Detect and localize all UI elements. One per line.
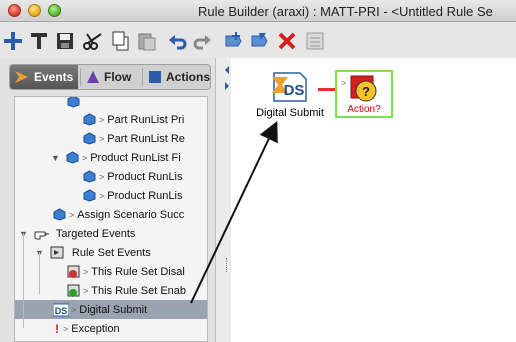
chevron-right-icon: > <box>99 114 105 125</box>
tree-row[interactable]: ! > Exception <box>15 319 207 338</box>
event-cube-icon <box>67 97 80 108</box>
flow-icon <box>87 71 99 83</box>
event-cube-icon <box>83 189 96 202</box>
title-bar: Rule Builder (araxi) : MATT-PRI - <Untit… <box>0 0 516 22</box>
undo-icon[interactable] <box>166 30 188 52</box>
minimize-window-button[interactable] <box>28 4 41 17</box>
add-rule-icon[interactable] <box>222 30 244 52</box>
close-window-button[interactable] <box>8 4 21 17</box>
tab-flow[interactable]: Flow <box>82 65 140 89</box>
tree-row-selected[interactable]: DS > Digital Submit <box>15 300 207 319</box>
enable-rule-icon <box>67 284 80 297</box>
properties-icon[interactable] <box>304 30 326 52</box>
chevron-right-icon: > <box>99 190 105 201</box>
paste-icon[interactable] <box>136 30 158 52</box>
svg-text:DS: DS <box>284 82 305 99</box>
digital-submit-node-label: Digital Submit <box>256 107 324 119</box>
text-icon[interactable] <box>28 30 50 52</box>
tree-row[interactable] <box>67 97 87 111</box>
chevron-right-icon: > <box>341 78 347 88</box>
event-tree[interactable]: > Part RunList Pri > Part RunList Re ▼ >… <box>14 96 208 342</box>
tab-actions[interactable]: Actions <box>144 65 210 89</box>
pointing-hand-icon <box>34 231 49 239</box>
tree-row[interactable]: > Assign Scenario Succ <box>15 205 207 224</box>
question-icon: ? <box>350 75 377 102</box>
tree-row[interactable]: > Part RunList Pri <box>15 110 207 129</box>
tree-row[interactable]: ▼ > Product RunList Fi <box>15 148 207 167</box>
chevron-right-icon: > <box>83 285 89 296</box>
redo-icon[interactable] <box>192 30 214 52</box>
save-icon[interactable] <box>54 30 76 52</box>
svg-text:DS: DS <box>55 306 68 316</box>
chevron-right-icon: > <box>69 209 75 220</box>
actions-icon <box>149 71 161 83</box>
digital-submit-node-icon: DS <box>272 72 307 102</box>
rule-canvas[interactable]: DS Digital Submit > ? Action? <box>231 58 516 342</box>
event-cube-icon <box>83 113 96 126</box>
copy-icon[interactable] <box>110 30 132 52</box>
disable-rule-icon <box>67 265 80 278</box>
zoom-window-button[interactable] <box>48 4 61 17</box>
digital-submit-node[interactable]: DS Digital Submit <box>248 71 332 119</box>
svg-text:?: ? <box>362 84 370 99</box>
tree-row[interactable]: > Product RunLis <box>15 186 207 205</box>
event-cube-icon <box>83 132 96 145</box>
tree-row[interactable]: ▼ Rule Set Events <box>15 243 207 262</box>
chevron-right-icon: > <box>81 152 88 163</box>
tree-row[interactable]: > Product RunLis <box>15 167 207 186</box>
palette-tabs: Events Flow Actions <box>9 64 211 90</box>
action-node[interactable]: > ? Action? <box>335 70 393 118</box>
chevron-right-icon: > <box>99 171 105 182</box>
chevron-right-icon: > <box>99 133 105 144</box>
left-panel: Events Flow Actions > Part RunList Pri >… <box>0 58 216 342</box>
event-cube-icon <box>66 151 79 164</box>
window-title: Rule Builder (araxi) : MATT-PRI - <Untit… <box>198 4 493 19</box>
tree-row[interactable]: > This Rule Set Disal <box>15 262 207 281</box>
panel-splitter[interactable] <box>223 58 231 342</box>
chevron-right-icon: > <box>83 266 89 277</box>
splitter-grip[interactable] <box>226 258 228 272</box>
tab-events[interactable]: Events <box>10 65 78 89</box>
expand-right-icon[interactable] <box>223 78 231 98</box>
chevron-right-icon: > <box>71 304 77 315</box>
event-cube-icon <box>83 170 96 183</box>
node-connector[interactable] <box>318 88 336 91</box>
delete-icon[interactable] <box>276 30 298 52</box>
toolbar <box>0 22 516 58</box>
digital-submit-icon: DS <box>53 303 69 316</box>
tree-row[interactable]: > Part RunList Re <box>15 129 207 148</box>
edit-rule-icon[interactable] <box>248 30 270 52</box>
events-icon <box>15 71 28 83</box>
chevron-right-icon: > <box>63 323 69 334</box>
new-icon[interactable] <box>2 30 24 52</box>
rule-set-icon <box>50 246 64 259</box>
action-node-label: Action? <box>347 104 381 115</box>
tree-row[interactable]: > This Rule Set Enab <box>15 281 207 300</box>
cut-icon[interactable] <box>82 30 104 52</box>
exception-icon: ! <box>55 321 59 336</box>
event-cube-icon <box>53 208 66 221</box>
tree-row[interactable]: ▼ Targeted Events <box>15 224 207 243</box>
expand-toggle-icon[interactable]: ▼ <box>51 153 60 163</box>
